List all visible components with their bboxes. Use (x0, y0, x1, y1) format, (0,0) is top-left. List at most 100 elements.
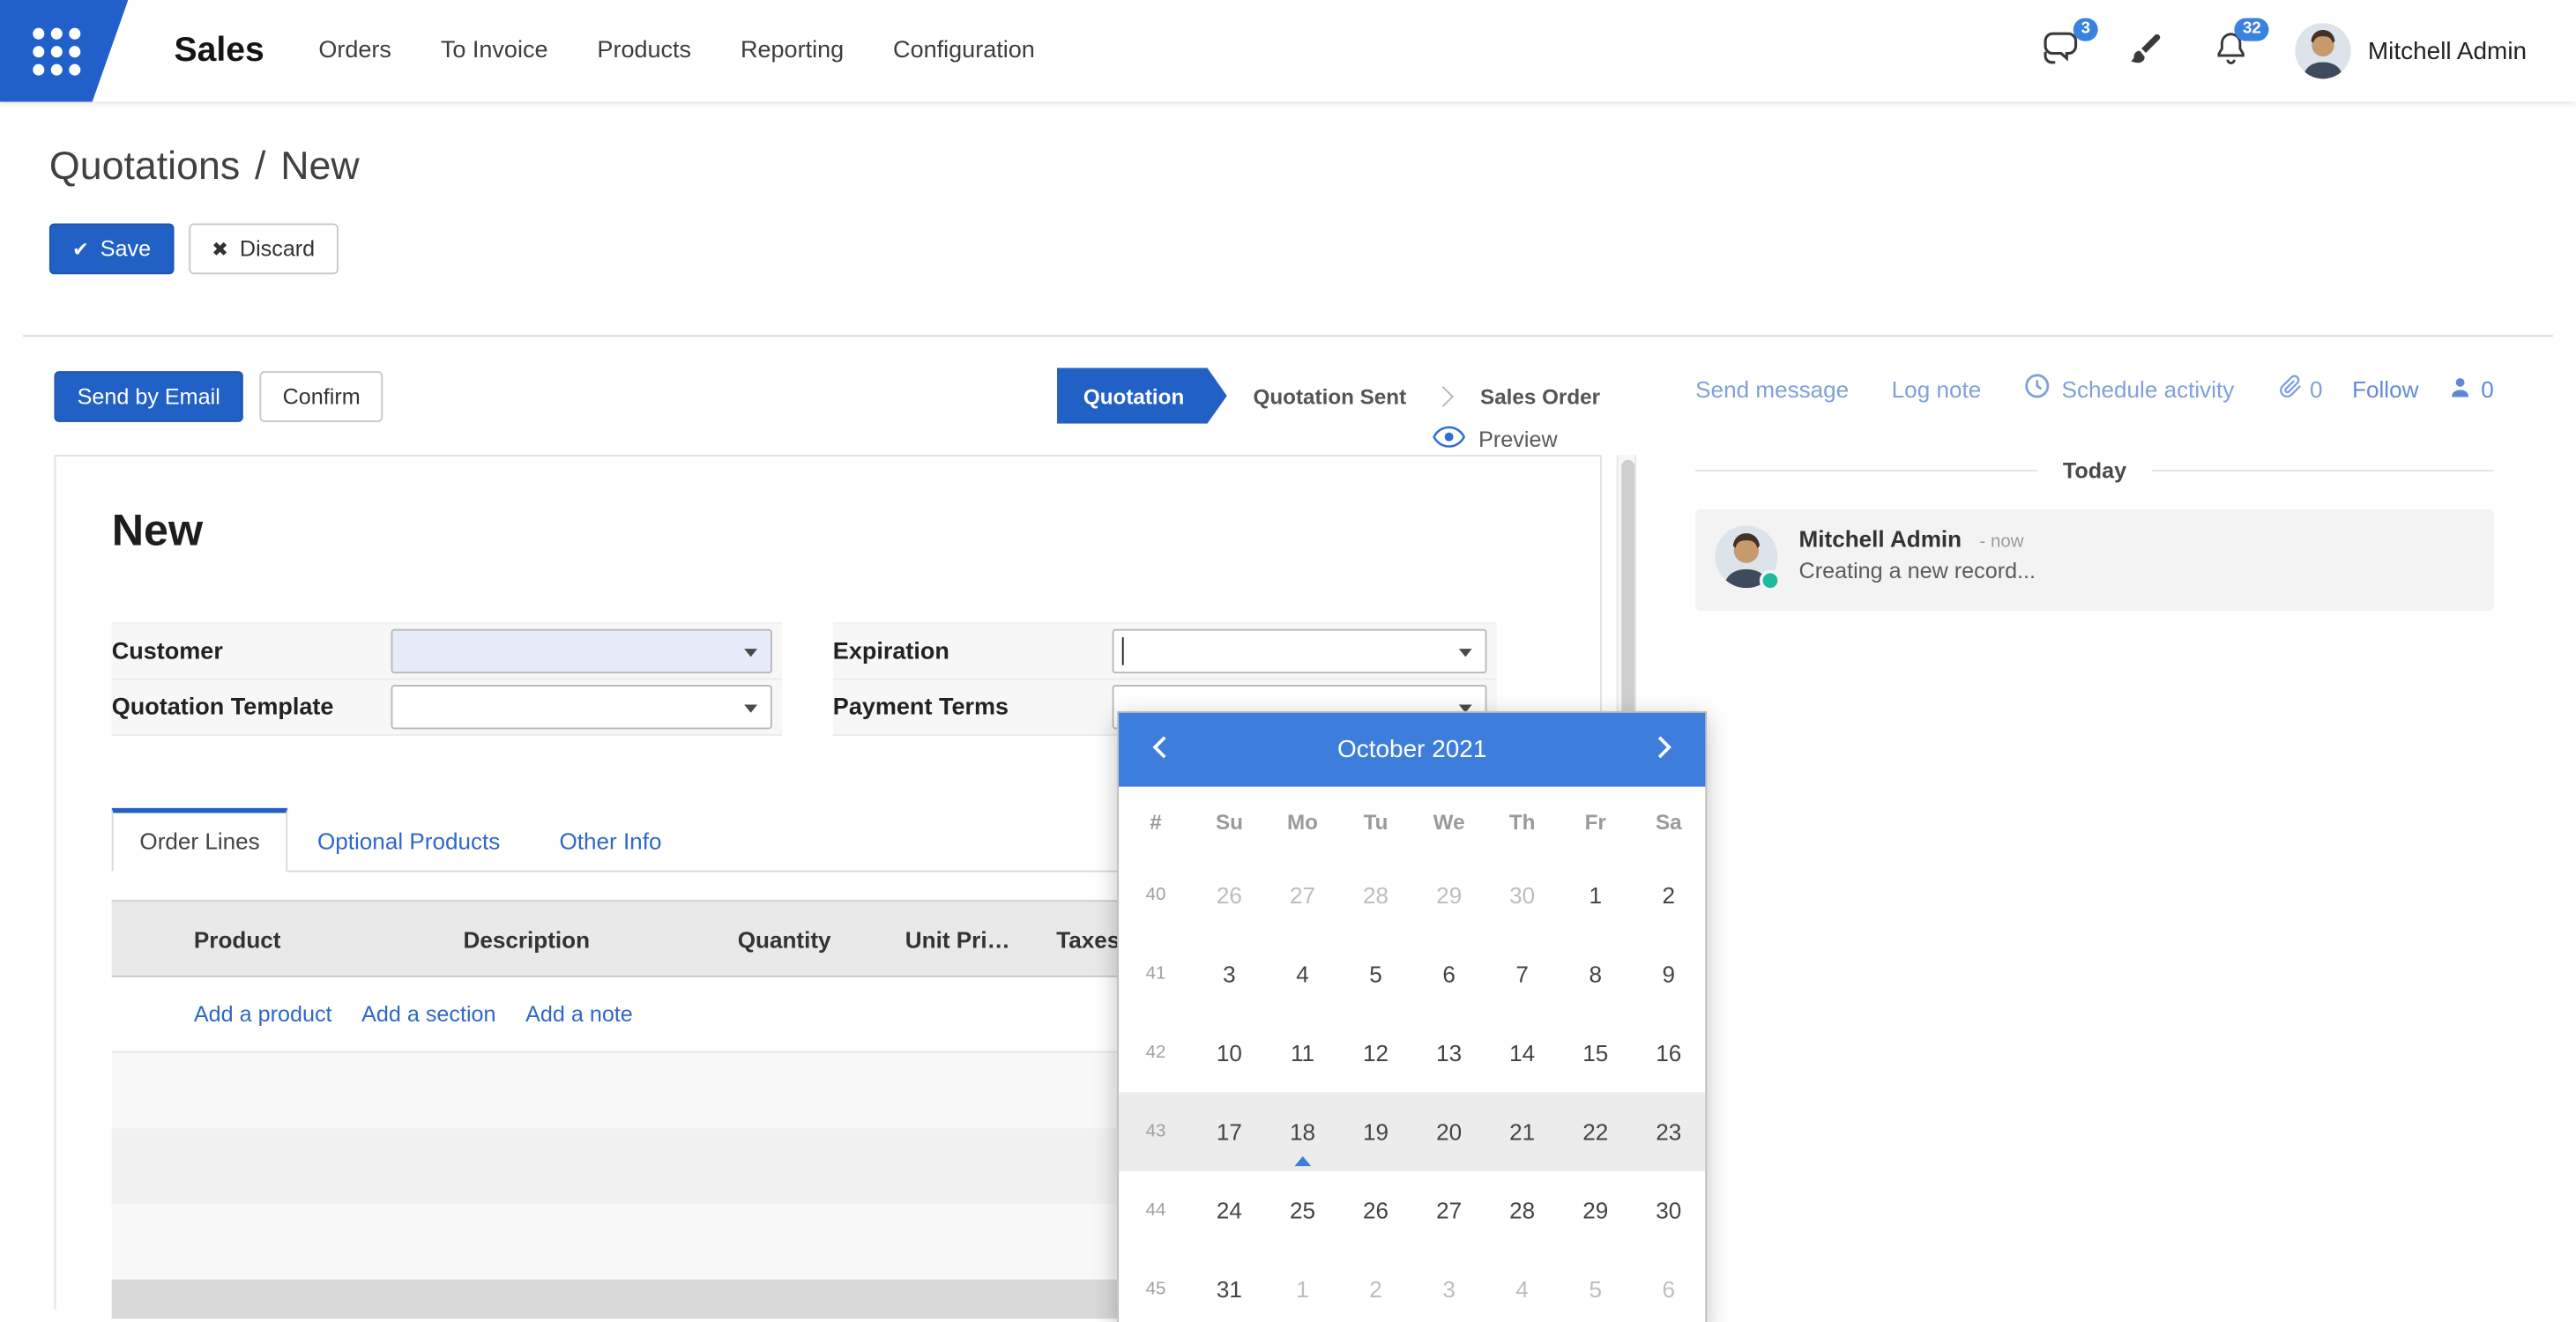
calendar-day[interactable]: 6 (1632, 1250, 1705, 1322)
preview-button[interactable]: Preview (1433, 426, 1558, 454)
calendar-day[interactable]: 2 (1632, 856, 1705, 934)
calendar-day[interactable]: 27 (1412, 1171, 1485, 1250)
calendar-day[interactable]: 13 (1412, 1014, 1485, 1092)
calendar-day[interactable]: 21 (1485, 1092, 1559, 1170)
discard-button[interactable]: ✖ Discard (189, 223, 338, 274)
calendar-day[interactable]: 31 (1193, 1250, 1266, 1322)
confirm-button[interactable]: Confirm (260, 370, 383, 421)
calendar-day[interactable]: 4 (1485, 1250, 1559, 1322)
expiration-field[interactable] (1113, 629, 1487, 673)
calendar-day[interactable]: 3 (1193, 934, 1266, 1013)
user-menu[interactable]: Mitchell Admin (2296, 23, 2527, 78)
menu-reporting[interactable]: Reporting (741, 38, 844, 64)
apps-grid-icon (33, 28, 80, 76)
calendar-week-row: 4424252627282930 (1119, 1171, 1705, 1250)
follow-button[interactable]: Follow (2352, 375, 2418, 402)
calendar-day[interactable]: 19 (1339, 1092, 1412, 1170)
send-by-email-button[interactable]: Send by Email (54, 370, 242, 421)
apps-menu-button[interactable] (0, 0, 128, 102)
calendar-day[interactable]: 26 (1193, 856, 1266, 934)
messages-button[interactable]: 3 (2039, 30, 2081, 72)
calendar-day[interactable]: 5 (1339, 934, 1412, 1013)
add-a-note-link[interactable]: Add a note (525, 1002, 633, 1027)
calendar-day[interactable]: 28 (1485, 1171, 1559, 1250)
calendar-week-row: 40262728293012 (1119, 856, 1705, 934)
calendar-day-header: We (1412, 809, 1485, 834)
menu-configuration[interactable]: Configuration (893, 38, 1035, 64)
customer-field[interactable] (391, 629, 772, 673)
tab-other-info[interactable]: Other Info (530, 813, 691, 870)
calendar-day[interactable]: 27 (1266, 856, 1339, 934)
calendar-day[interactable]: 25 (1266, 1171, 1339, 1250)
add-a-product-link[interactable]: Add a product (194, 1002, 332, 1027)
save-label: Save (101, 234, 151, 263)
next-month-button[interactable] (1623, 713, 1705, 787)
menu-orders[interactable]: Orders (318, 38, 391, 64)
add-a-section-link[interactable]: Add a section (361, 1002, 495, 1027)
previous-month-button[interactable] (1119, 713, 1201, 787)
followers-button[interactable]: 0 (2448, 374, 2494, 404)
calendar-day[interactable]: 17 (1193, 1092, 1266, 1170)
calendar-day[interactable]: 12 (1339, 1014, 1412, 1092)
calendar-day[interactable]: 28 (1339, 856, 1412, 934)
save-button[interactable]: ✔ Save (49, 223, 174, 274)
calendar-day[interactable]: 20 (1412, 1092, 1485, 1170)
chevron-left-icon (1151, 734, 1168, 765)
activities-badge: 32 (2235, 18, 2269, 41)
status-quotation-sent[interactable]: Quotation Sent (1227, 368, 1433, 423)
main-menu: Orders To Invoice Products Reporting Con… (318, 38, 1034, 64)
tab-order-lines[interactable]: Order Lines (112, 808, 288, 873)
calendar-day[interactable]: 3 (1412, 1250, 1485, 1322)
today-divider: Today (1695, 458, 2494, 483)
message-avatar (1716, 525, 1778, 588)
schedule-activity-button[interactable]: Schedule activity (2024, 373, 2235, 404)
attachments-button[interactable]: 0 (2279, 373, 2323, 404)
calendar-day[interactable]: 30 (1485, 856, 1559, 934)
calendar-day[interactable]: 16 (1632, 1014, 1705, 1092)
week-number: 41 (1119, 934, 1193, 1013)
status-quotation[interactable]: Quotation (1057, 368, 1227, 423)
calendar-day[interactable]: 10 (1193, 1014, 1266, 1092)
calendar-day[interactable]: 24 (1193, 1171, 1266, 1250)
calendar-day[interactable]: 18 (1266, 1092, 1339, 1170)
calendar-day[interactable]: 23 (1632, 1092, 1705, 1170)
tab-optional-products[interactable]: Optional Products (287, 813, 529, 870)
brush-button[interactable] (2125, 30, 2167, 72)
breadcrumb-current: New (280, 145, 359, 189)
calendar-day[interactable]: 9 (1632, 934, 1705, 1013)
send-message-button[interactable]: Send message (1695, 375, 1849, 402)
menu-products[interactable]: Products (597, 38, 691, 64)
calendar-day[interactable]: 22 (1559, 1092, 1632, 1170)
column-unit-price: Unit Price (905, 925, 1056, 952)
calendar-day[interactable]: 1 (1559, 856, 1632, 934)
calendar-day[interactable]: 1 (1266, 1250, 1339, 1322)
calendar-day[interactable]: 11 (1266, 1014, 1339, 1092)
calendar-day[interactable]: 6 (1412, 934, 1485, 1013)
calendar-day[interactable]: 14 (1485, 1014, 1559, 1092)
calendar-day[interactable]: 29 (1412, 856, 1485, 934)
calendar-week-row: 4210111213141516 (1119, 1014, 1705, 1092)
quotation-template-field[interactable] (391, 685, 772, 729)
activities-button[interactable]: 32 (2210, 30, 2252, 72)
menu-to-invoice[interactable]: To Invoice (441, 38, 548, 64)
messages-icon (2041, 30, 2081, 71)
calendar-day[interactable]: 4 (1266, 934, 1339, 1013)
calendar-day[interactable]: 7 (1485, 934, 1559, 1013)
datepicker-month-label[interactable]: October 2021 (1201, 736, 1623, 764)
status-sales-order[interactable]: Sales Order (1454, 368, 1627, 423)
app-name[interactable]: Sales (175, 31, 264, 71)
calendar-day[interactable]: 26 (1339, 1171, 1412, 1250)
calendar-day[interactable]: 29 (1559, 1171, 1632, 1250)
column-quantity: Quantity (738, 925, 905, 952)
calendar-day[interactable]: 15 (1559, 1014, 1632, 1092)
log-note-button[interactable]: Log note (1892, 375, 1982, 402)
calendar-day[interactable]: 30 (1632, 1171, 1705, 1250)
calendar-day[interactable]: 5 (1559, 1250, 1632, 1322)
breadcrumb-quotations[interactable]: Quotations (49, 145, 240, 189)
calendar-day[interactable]: 8 (1559, 934, 1632, 1013)
breadcrumb: Quotations/New (49, 145, 2576, 190)
payment-terms-label: Payment Terms (833, 680, 1113, 733)
datepicker-header: October 2021 (1119, 713, 1705, 787)
calendar-day[interactable]: 2 (1339, 1250, 1412, 1322)
paperclip-icon (2279, 373, 2304, 404)
